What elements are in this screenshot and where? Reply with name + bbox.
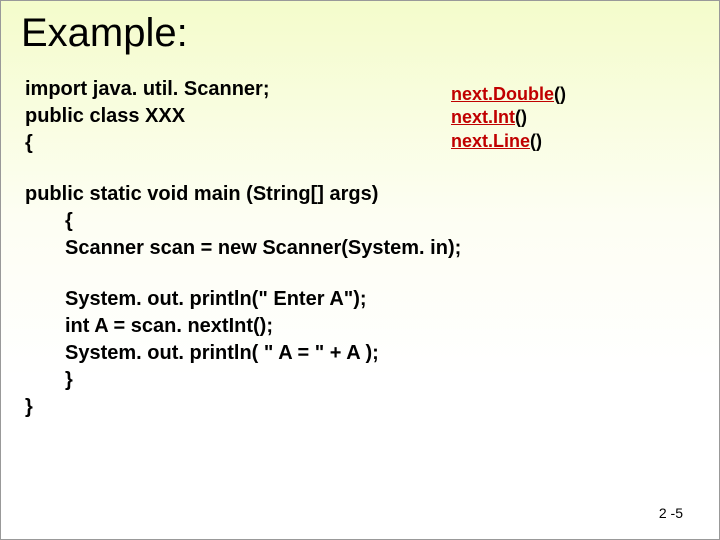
code-line: } <box>25 394 719 421</box>
code-line: Scanner scan = new Scanner(System. in); <box>25 235 719 262</box>
method-nextdouble: next.Double() <box>451 83 566 106</box>
code-line: System. out. println( " A = " + A ); <box>25 340 719 367</box>
slide: Example: next.Double() next.Int() next.L… <box>0 0 720 540</box>
code-line: } <box>25 367 719 394</box>
code-line: public static void main (String[] args) <box>25 181 719 208</box>
code-line: int A = scan. nextInt(); <box>25 313 719 340</box>
code-line: import java. util. Scanner; <box>25 76 719 103</box>
scanner-methods-list: next.Double() next.Int() next.Line() <box>451 83 566 153</box>
code-line: { <box>25 208 719 235</box>
code-line: public class XXX <box>25 103 719 130</box>
code-block: import java. util. Scanner; public class… <box>1 56 719 421</box>
code-line: { <box>25 130 719 157</box>
method-nextint: next.Int() <box>451 106 566 129</box>
page-number: 2 -5 <box>659 505 683 521</box>
code-line: System. out. println(" Enter A"); <box>25 286 719 313</box>
slide-title: Example: <box>1 1 719 56</box>
method-nextline: next.Line() <box>451 130 566 153</box>
